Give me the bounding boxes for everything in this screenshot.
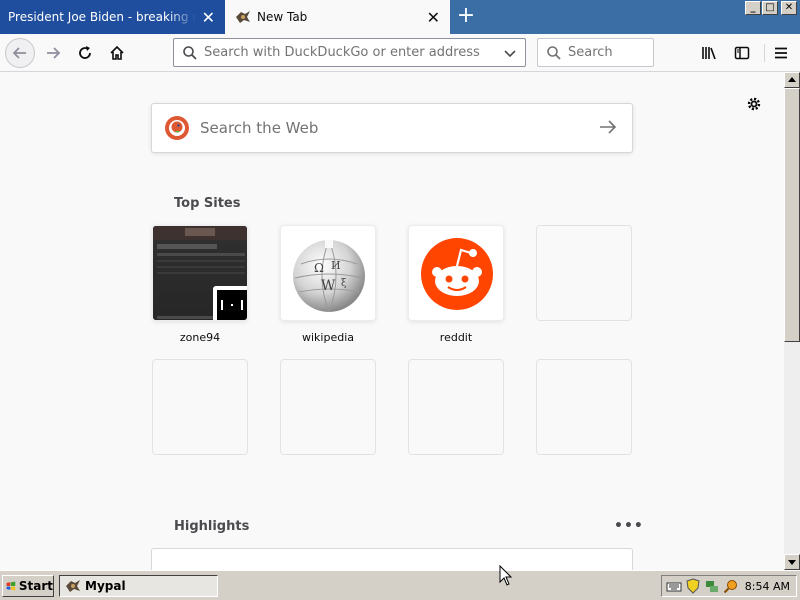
minimize-button[interactable]: _ [745,1,761,15]
gear-icon[interactable] [744,94,764,114]
empty-tile [280,359,376,455]
top-site-wikipedia[interactable]: Ω И W ξ wikipedia [280,225,376,344]
svg-text:Ω: Ω [314,261,324,275]
scroll-down-arrow-icon [788,560,796,565]
maximize-button[interactable]: □ [762,1,778,15]
tab-title: President Joe Biden - breaking news, v [8,10,196,24]
empty-tile [408,359,504,455]
back-arrow-icon [12,47,26,59]
tab-strip: President Joe Biden - breaking news, v ✕… [0,0,800,34]
keyboard-icon[interactable] [666,578,682,594]
taskbar-item-mypal[interactable]: Mypal [59,575,218,597]
home-button[interactable] [102,38,132,68]
url-bar[interactable]: Search with DuckDuckGo or enter address [173,38,526,67]
web-search-box[interactable]: Search the Web [151,103,633,153]
tab-title: New Tab [257,10,308,24]
empty-tile [152,359,248,455]
new-tab-page: Search the Web Top Sites zone94 Ω И W ξ … [0,72,784,570]
mouse-cursor-icon [499,565,513,586]
pong-icon [221,300,243,310]
top-site-empty [152,359,248,455]
taskbar-item-label: Mypal [85,579,126,593]
scroll-up-button[interactable] [784,72,800,88]
mypal-icon [66,580,80,592]
hamburger-menu-icon [775,47,787,59]
search-icon [183,45,197,60]
top-site-zone94[interactable]: zone94 [152,225,248,344]
web-search-placeholder: Search the Web [200,119,319,137]
sidebar-icon [734,46,750,60]
svg-text:W: W [321,278,336,294]
top-site-empty [280,359,376,455]
chevron-down-icon[interactable] [503,46,517,60]
start-button[interactable]: Start [2,575,54,597]
reload-button[interactable] [70,38,100,68]
top-site-label: wikipedia [301,331,354,344]
top-site-tile[interactable]: Ω И W ξ [280,225,376,321]
tab-president-joe-biden[interactable]: President Joe Biden - breaking news, v ✕ [0,0,225,34]
top-site-label: zone94 [179,331,221,344]
search-bar-placeholder: Search [568,45,613,60]
arrow-right-icon[interactable] [598,117,618,137]
clock: 8:54 AM [744,579,790,593]
forward-button[interactable] [38,38,68,68]
close-icon[interactable]: ✕ [202,8,215,27]
library-button[interactable] [695,38,725,68]
scroll-up-arrow-icon [788,77,796,82]
menu-button[interactable] [766,38,796,68]
tab-new-tab[interactable]: New Tab ✕ [225,0,450,34]
empty-tile [536,359,632,455]
system-tray: 8:54 AM [661,575,797,597]
search-icon [547,45,561,60]
svg-text:ξ: ξ [341,278,347,289]
top-site-reddit[interactable]: reddit [408,225,504,344]
more-options-button[interactable]: ••• [614,518,644,534]
start-label: Start [18,579,53,593]
navigation-toolbar: Search with DuckDuckGo or enter address … [0,34,800,72]
empty-tile [536,225,632,321]
highlights-card[interactable] [151,548,633,570]
library-icon [702,47,716,60]
top-site-label: reddit [439,331,473,344]
svg-text:И: И [331,259,341,272]
reload-icon [79,46,91,59]
toolbar-separator [764,44,765,62]
reddit-icon [421,238,493,310]
top-site-empty [536,359,632,455]
magnifier-icon[interactable] [723,578,739,594]
wikipedia-globe-icon: Ω И W ξ [293,239,365,313]
shield-icon[interactable] [685,578,701,594]
mypal-favicon-icon [236,11,250,23]
taskbar: Start Mypal 8:54 AM [0,570,800,600]
scroll-thumb[interactable] [784,88,800,342]
network-icon[interactable] [704,578,720,594]
search-bar[interactable]: Search [537,38,654,67]
windows-logo-icon [6,581,16,591]
top-sites-heading: Top Sites [174,196,241,211]
new-tab-button[interactable]: + [455,5,477,27]
top-site-tile[interactable] [152,225,248,321]
top-site-tile[interactable] [408,225,504,321]
scroll-down-button[interactable] [784,554,800,570]
home-icon [110,45,124,60]
sidebar-button[interactable] [727,38,757,68]
duckduckgo-icon [165,116,189,140]
zone94-icon [213,286,247,320]
vertical-scrollbar[interactable] [784,72,800,570]
top-site-empty [408,359,504,455]
back-button[interactable] [5,38,35,68]
close-window-button[interactable]: ✕ [781,1,797,15]
forward-arrow-icon [47,47,61,59]
close-icon[interactable]: ✕ [427,8,440,27]
url-bar-placeholder: Search with DuckDuckGo or enter address [204,45,480,60]
highlights-heading: Highlights [174,519,250,534]
top-site-empty [536,225,632,321]
